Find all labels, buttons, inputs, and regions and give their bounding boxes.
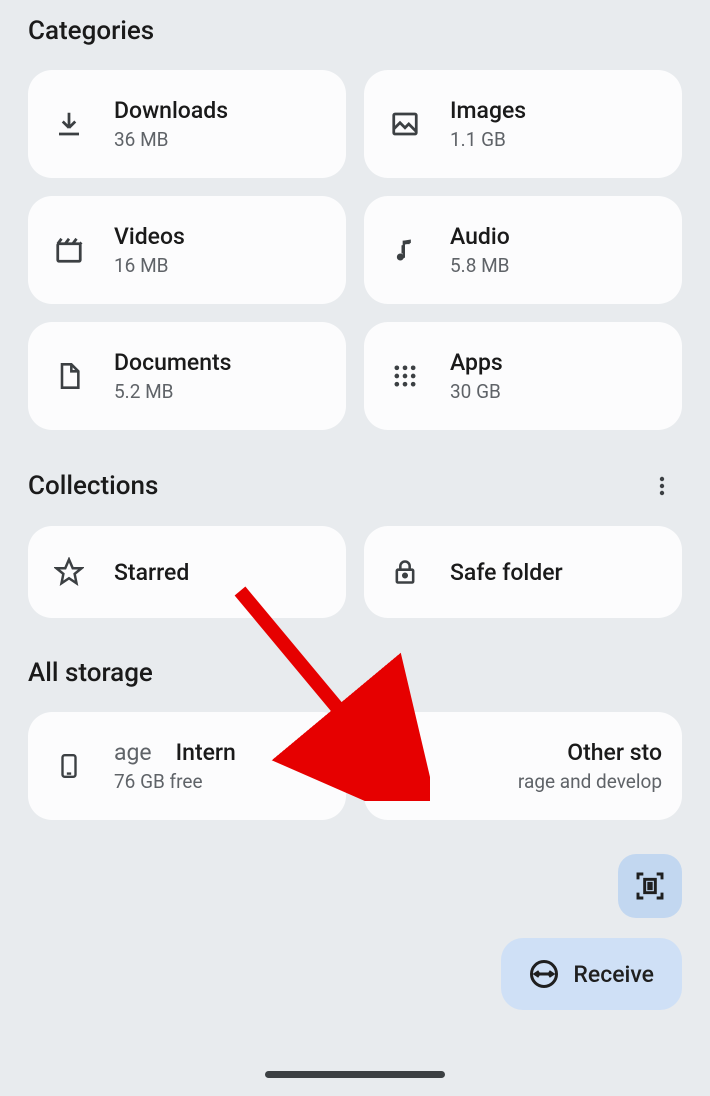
storage-subtitle: rage and develop [518, 770, 662, 793]
category-subtitle: 16 MB [114, 254, 185, 277]
apps-icon [384, 355, 426, 397]
category-subtitle: 1.1 GB [450, 128, 526, 151]
storage-title: Intern [176, 739, 236, 766]
category-documents[interactable]: Documents 5.2 MB [28, 322, 346, 430]
receive-icon [529, 959, 559, 989]
star-icon [48, 551, 90, 593]
all-storage-heading: All storage [28, 658, 682, 688]
receive-label: Receive [573, 961, 654, 988]
more-options-button[interactable] [642, 466, 682, 506]
category-subtitle: 30 GB [450, 380, 503, 403]
category-title: Downloads [114, 97, 228, 124]
download-icon [48, 103, 90, 145]
collections-grid: Starred Safe folder [28, 526, 682, 618]
categories-grid: Downloads 36 MB Images 1.1 GB Videos 16 … [28, 70, 682, 430]
category-title: Apps [450, 349, 503, 376]
document-icon [48, 355, 90, 397]
collection-safe-folder[interactable]: Safe folder [364, 526, 682, 618]
receive-button[interactable]: Receive [501, 938, 682, 1010]
storage-icon [384, 745, 426, 787]
phone-icon [48, 745, 90, 787]
category-videos[interactable]: Videos 16 MB [28, 196, 346, 304]
categories-heading: Categories [28, 16, 682, 46]
category-audio[interactable]: Audio 5.8 MB [364, 196, 682, 304]
category-title: Audio [450, 223, 510, 250]
category-title: Videos [114, 223, 185, 250]
collections-heading: Collections [28, 471, 158, 501]
storage-internal[interactable]: age Intern 76 GB free [28, 712, 346, 820]
category-title: Documents [114, 349, 232, 376]
collection-starred[interactable]: Starred [28, 526, 346, 618]
category-downloads[interactable]: Downloads 36 MB [28, 70, 346, 178]
collection-title: Starred [114, 559, 189, 586]
category-subtitle: 5.2 MB [114, 380, 232, 403]
audio-icon [384, 229, 426, 271]
category-apps[interactable]: Apps 30 GB [364, 322, 682, 430]
category-subtitle: 5.8 MB [450, 254, 510, 277]
lock-icon [384, 551, 426, 593]
scan-icon [634, 870, 666, 902]
home-indicator[interactable] [265, 1071, 445, 1078]
category-title: Images [450, 97, 526, 124]
category-subtitle: 36 MB [114, 128, 228, 151]
storage-title-fragment: age [114, 739, 152, 766]
scan-button[interactable] [618, 854, 682, 918]
category-images[interactable]: Images 1.1 GB [364, 70, 682, 178]
collection-title: Safe folder [450, 559, 563, 586]
storage-other[interactable]: Other sto rage and develop [364, 712, 682, 820]
storage-title: Other sto [567, 739, 662, 766]
storage-subtitle: 76 GB free [114, 770, 326, 793]
image-icon [384, 103, 426, 145]
storage-grid: age Intern 76 GB free Other sto rage and… [28, 712, 682, 820]
video-icon [48, 229, 90, 271]
